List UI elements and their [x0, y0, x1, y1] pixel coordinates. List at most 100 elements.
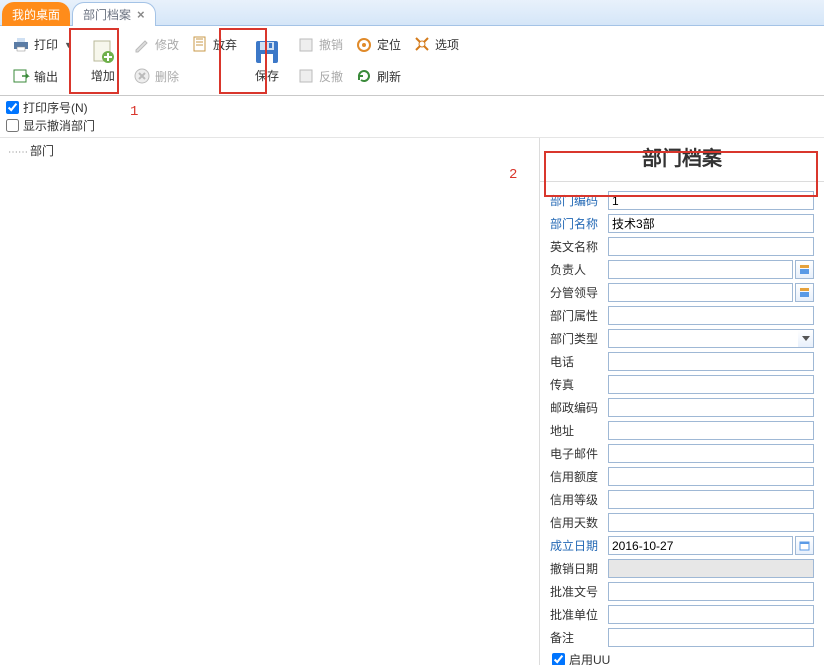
label: 显示撤消部门	[23, 117, 95, 134]
label: 启用UU	[569, 651, 610, 665]
delete-icon	[133, 67, 151, 85]
enable-uu-checkbox[interactable]: 启用UU	[550, 651, 814, 665]
credit-level-input[interactable]	[608, 490, 814, 509]
label: 输出	[34, 68, 58, 85]
lookup-icon[interactable]	[795, 260, 814, 279]
name-input[interactable]	[608, 214, 814, 233]
credit-amt-label: 信用额度	[550, 468, 606, 485]
label: 增加	[91, 67, 115, 84]
calendar-icon[interactable]	[795, 536, 814, 555]
code-label: 部门编码	[550, 192, 606, 209]
export-icon	[12, 67, 30, 85]
zip-input[interactable]	[608, 398, 814, 417]
responsible-label: 负责人	[550, 261, 606, 278]
add-button[interactable]: 增加	[79, 30, 127, 92]
annotation-2: 2	[509, 167, 517, 183]
responsible-input[interactable]	[608, 260, 793, 279]
output-button[interactable]: 输出	[6, 62, 79, 92]
founded-label: 成立日期	[550, 537, 606, 554]
tab-label: 部门档案	[83, 6, 131, 23]
name-label: 部门名称	[550, 215, 606, 232]
abandon-button[interactable]: 放弃	[185, 33, 243, 55]
phone-label: 电话	[550, 353, 606, 370]
leader-input[interactable]	[608, 283, 793, 302]
options-button[interactable]: 选项	[407, 33, 465, 55]
close-icon[interactable]: ×	[137, 7, 145, 22]
counter-button[interactable]: 反撤	[291, 62, 349, 92]
addr-input[interactable]	[608, 421, 814, 440]
email-input[interactable]	[608, 444, 814, 463]
pencil-icon	[133, 36, 151, 54]
modify-button[interactable]: 修改	[127, 30, 185, 60]
en-name-label: 英文名称	[550, 238, 606, 255]
en-name-input[interactable]	[608, 237, 814, 256]
checkbox[interactable]	[6, 119, 19, 132]
page-title: 部门档案	[540, 138, 824, 182]
label: 刷新	[377, 68, 401, 85]
lookup-icon[interactable]	[795, 283, 814, 302]
label: 打印	[34, 36, 58, 53]
approve-unit-label: 批准单位	[550, 606, 606, 623]
label: 删除	[155, 68, 179, 85]
code-input[interactable]	[608, 191, 814, 210]
options-icon	[413, 35, 431, 53]
refresh-button[interactable]: 刷新	[349, 62, 407, 92]
founded-input[interactable]	[608, 536, 793, 555]
right-pane: 部门档案 部门编码 部门名称 英文名称 负责人 分管领导 部门属性 部门类型 电…	[540, 138, 824, 665]
tab-desktop[interactable]: 我的桌面	[2, 2, 70, 26]
chevron-down-icon[interactable]	[798, 329, 814, 348]
zip-label: 邮政编码	[550, 399, 606, 416]
approve-no-label: 批准文号	[550, 583, 606, 600]
phone-input[interactable]	[608, 352, 814, 371]
label: 撤销	[319, 36, 343, 53]
chevron-down-icon: ▼	[64, 40, 73, 50]
delete-button[interactable]: 删除	[127, 62, 185, 92]
prop-input[interactable]	[608, 306, 814, 325]
checkbox[interactable]	[552, 653, 565, 665]
revoke-label: 撤销日期	[550, 560, 606, 577]
locate-icon	[355, 36, 373, 54]
addr-label: 地址	[550, 422, 606, 439]
fax-input[interactable]	[608, 375, 814, 394]
label: 打印序号(N)	[23, 99, 88, 116]
approve-no-input[interactable]	[608, 582, 814, 601]
checkbox[interactable]	[6, 101, 19, 114]
print-serial-checkbox[interactable]: 打印序号(N)	[6, 99, 818, 116]
email-label: 电子邮件	[550, 445, 606, 462]
toolbar: 打印 ▼ 输出 增加 修改 删除 放弃 保存 撤销	[0, 26, 824, 96]
type-label: 部门类型	[550, 330, 606, 347]
label: 保存	[255, 67, 279, 84]
tab-bar: 我的桌面 部门档案 ×	[0, 0, 824, 26]
credit-days-label: 信用天数	[550, 514, 606, 531]
form: 部门编码 部门名称 英文名称 负责人 分管领导 部门属性 部门类型 电话 传真 …	[540, 182, 824, 665]
redo-icon	[297, 67, 315, 85]
credit-level-label: 信用等级	[550, 491, 606, 508]
annotation-1: 1	[130, 104, 138, 120]
approve-unit-input[interactable]	[608, 605, 814, 624]
add-document-icon	[90, 39, 116, 65]
remark-input[interactable]	[608, 628, 814, 647]
tree-root[interactable]: 部门	[8, 142, 531, 159]
remark-label: 备注	[550, 629, 606, 646]
type-select[interactable]	[608, 329, 798, 348]
label: 部门	[30, 144, 54, 158]
show-revoked-checkbox[interactable]: 显示撤消部门	[6, 117, 818, 134]
refresh-icon	[355, 67, 373, 85]
tab-department-file[interactable]: 部门档案 ×	[72, 2, 156, 26]
label: 修改	[155, 36, 179, 53]
label: 选项	[435, 36, 459, 53]
main-area: 部门 2 部门档案 部门编码 部门名称 英文名称 负责人 分管领导 部门属性 部…	[0, 138, 824, 665]
label: 放弃	[213, 36, 237, 53]
credit-days-input[interactable]	[608, 513, 814, 532]
undo-button[interactable]: 撤销	[291, 30, 349, 60]
undo-icon	[297, 36, 315, 54]
prop-label: 部门属性	[550, 307, 606, 324]
revoke-input	[608, 559, 814, 578]
tab-label: 我的桌面	[12, 6, 60, 23]
locate-button[interactable]: 定位	[349, 30, 407, 60]
abandon-icon	[191, 35, 209, 53]
credit-amt-input[interactable]	[608, 467, 814, 486]
tree-panel: 部门 2	[0, 138, 540, 665]
print-button[interactable]: 打印 ▼	[6, 30, 79, 60]
save-button[interactable]: 保存	[243, 30, 291, 92]
